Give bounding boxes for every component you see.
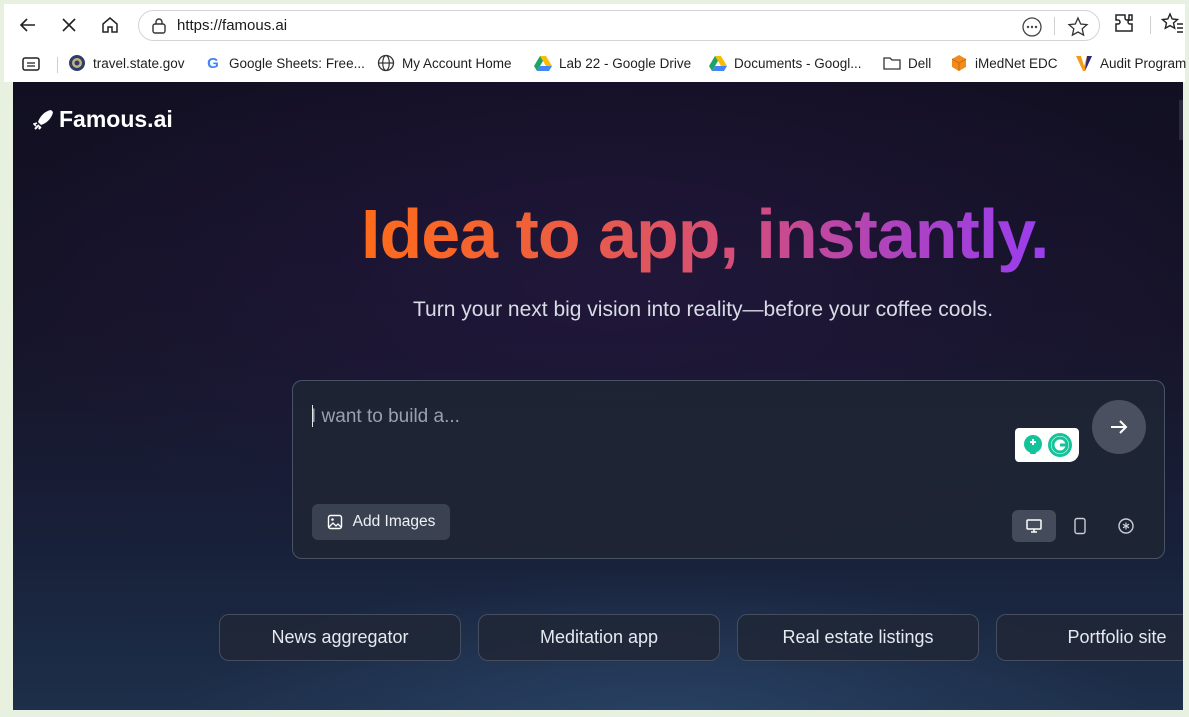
add-images-label: Add Images: [352, 513, 436, 530]
arrow-right-icon: [1111, 420, 1128, 434]
address-bar[interactable]: https://famous.ai: [138, 10, 1100, 41]
mobile-mode-button[interactable]: [1058, 510, 1102, 542]
rocket-icon: [33, 109, 53, 130]
bookmark-label: Documents - Googl...: [734, 55, 862, 71]
bookmark-label: Audit Program: [1100, 55, 1187, 71]
bookmark-dell[interactable]: Dell: [883, 51, 931, 75]
url-separator: [1054, 17, 1055, 35]
prompt-input[interactable]: [311, 401, 1071, 433]
drive-icon: [534, 54, 552, 72]
url-text[interactable]: https://famous.ai: [177, 17, 287, 34]
bookmarks-divider: [57, 57, 58, 73]
bookmark-label: Lab 22 - Google Drive: [559, 55, 692, 71]
mobile-icon: [1074, 517, 1086, 535]
toolbar-separator: [1150, 16, 1151, 34]
sidebar-toggle-icon[interactable]: [22, 56, 40, 72]
arrow-left-icon: [19, 18, 35, 32]
suggestion-chip-real-estate-listings[interactable]: Real estate listings: [737, 614, 979, 661]
folder-icon: [883, 54, 901, 72]
add-images-button[interactable]: Add Images: [312, 504, 450, 540]
send-button[interactable]: [1092, 400, 1146, 454]
page-edge-tab: [1179, 100, 1183, 140]
other-mode-button[interactable]: [1104, 510, 1148, 542]
bookmark-lab-22-drive[interactable]: Lab 22 - Google Drive: [534, 51, 691, 75]
home-button[interactable]: [96, 11, 124, 39]
bookmark-travel-state-gov[interactable]: travel.state.gov: [68, 51, 185, 75]
close-icon: [62, 18, 76, 32]
desktop-icon: [1026, 519, 1042, 533]
bookmark-label: My Account Home: [402, 55, 512, 71]
suggestion-chip-portfolio-site[interactable]: Portfolio site: [996, 614, 1183, 661]
seal-icon: [68, 54, 86, 72]
browser-toolbar: https://famous.ai: [4, 4, 1185, 46]
lock-icon[interactable]: [151, 17, 167, 35]
star-icon[interactable]: [1067, 16, 1089, 38]
bookmark-label: travel.state.gov: [93, 55, 185, 71]
famous-ai-page: Famous.ai Idea to app, instantly. Turn y…: [13, 82, 1183, 710]
globe-icon: [377, 54, 395, 72]
bookmark-documents-google[interactable]: Documents - Googl...: [709, 51, 862, 75]
text-caret: [312, 405, 313, 427]
v-logo-icon: [1075, 54, 1093, 72]
hero-headline: Idea to app, instantly.: [361, 195, 1049, 273]
image-icon: [327, 514, 342, 530]
bookmark-label: iMedNet EDC: [975, 55, 1058, 71]
prompt-box: Add Images: [292, 380, 1165, 559]
bookmark-my-account-home[interactable]: My Account Home: [377, 51, 512, 75]
brand-name: Famous.ai: [59, 106, 173, 132]
bookmark-audit-program[interactable]: Audit Program: [1075, 51, 1186, 75]
bookmark-google-sheets[interactable]: G Google Sheets: Free...: [204, 51, 365, 75]
brand-logo[interactable]: Famous.ai: [33, 106, 173, 133]
hero-subheadline: Turn your next big vision into reality—b…: [413, 298, 994, 321]
more-options-icon[interactable]: [1021, 16, 1043, 38]
back-button[interactable]: [14, 11, 42, 39]
browser-chrome: https://famous.ai travel.state.gov G Goo…: [4, 4, 1186, 82]
bookmark-imednet-edc[interactable]: iMedNet EDC: [950, 51, 1058, 75]
grammarly-widget[interactable]: [1015, 428, 1079, 462]
extensions-icon[interactable]: [1112, 11, 1136, 35]
asterisk-circle-icon: [1118, 518, 1134, 534]
bookmark-label: Dell: [908, 55, 932, 71]
grammarly-icon: [1024, 433, 1072, 457]
stop-button[interactable]: [55, 11, 83, 39]
suggestion-chip-meditation-app[interactable]: Meditation app: [478, 614, 720, 661]
google-icon: G: [207, 54, 219, 72]
cube-icon: [950, 54, 968, 72]
desktop-mode-button[interactable]: [1012, 510, 1056, 542]
suggestion-chip-news-aggregator[interactable]: News aggregator: [219, 614, 461, 661]
bookmark-label: Google Sheets: Free...: [229, 55, 365, 71]
home-icon: [102, 17, 118, 33]
favorites-icon[interactable]: [1160, 11, 1184, 35]
drive-icon: [709, 54, 727, 72]
